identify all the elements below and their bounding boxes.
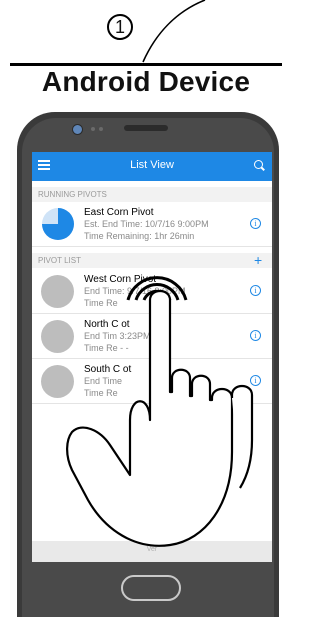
home-button[interactable] [121,575,181,601]
hand-pointer-icon [66,276,254,547]
